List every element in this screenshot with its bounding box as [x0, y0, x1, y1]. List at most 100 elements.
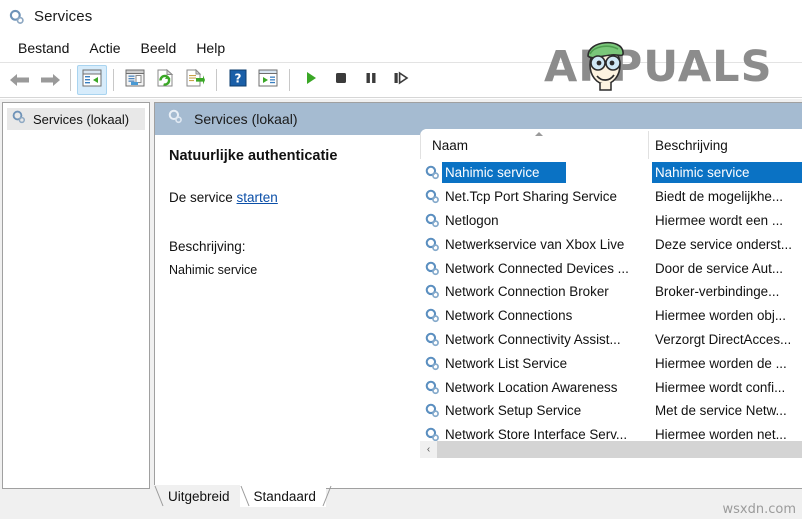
- tab-label: Standaard: [253, 488, 316, 504]
- tab-right-edge: [322, 485, 332, 507]
- start-service-icon: [303, 70, 319, 91]
- content-area: Services (lokaal) Services (lokaal) Natu…: [0, 99, 802, 519]
- toolbar: ?: [0, 62, 802, 98]
- services-pane: Services (lokaal) Natuurlijke authentica…: [154, 102, 802, 489]
- row-description: Hiermee wordt confi...: [655, 379, 786, 395]
- pause-service-icon: [363, 70, 379, 91]
- tab-left-edge: [240, 485, 250, 507]
- row-description: Met de service Netw...: [655, 403, 787, 419]
- restart-service-button[interactable]: [386, 65, 416, 95]
- horizontal-scrollbar[interactable]: ‹: [420, 441, 802, 458]
- column-separator-middle[interactable]: [648, 131, 649, 159]
- menu-bestand[interactable]: Bestand: [8, 38, 79, 58]
- scroll-left-arrow-icon[interactable]: ‹: [420, 441, 437, 458]
- refresh-icon: [155, 68, 175, 92]
- row-description: Deze service onderst...: [655, 236, 792, 252]
- tree-item-label: Services (lokaal): [33, 111, 130, 127]
- table-row[interactable]: Network Connected Devices ... Door de se…: [420, 256, 802, 280]
- help-button[interactable]: ?: [223, 65, 253, 95]
- row-name: Network Connection Broker: [445, 284, 609, 300]
- table-row[interactable]: Network Connectivity Assist... Verzorgt …: [420, 328, 802, 352]
- row-description: Hiermee worden de ...: [655, 355, 787, 371]
- tab-standaard[interactable]: Standaard: [239, 485, 332, 507]
- menu-actie[interactable]: Actie: [79, 38, 130, 58]
- table-row[interactable]: Netwerkservice van Xbox Live Deze servic…: [420, 232, 802, 256]
- menu-beeld[interactable]: Beeld: [131, 38, 187, 58]
- start-service-button[interactable]: [296, 65, 326, 95]
- menu-help[interactable]: Help: [186, 38, 235, 58]
- service-gear-icon: [424, 188, 441, 205]
- show-action-pane-icon: [258, 69, 278, 92]
- source-watermark: wsxdn.com: [722, 502, 797, 517]
- tab-left-edge: [154, 485, 164, 507]
- row-name: Network Location Awareness: [445, 379, 618, 395]
- tab-label: Uitgebreid: [168, 488, 230, 504]
- table-row[interactable]: Nahimic service Nahimic service: [420, 161, 802, 185]
- table-row[interactable]: Network Connection Broker Broker-verbind…: [420, 280, 802, 304]
- row-name: Nahimic service: [445, 165, 540, 181]
- properties-button[interactable]: [120, 65, 150, 95]
- view-tabs: Uitgebreid Standaard: [154, 485, 332, 507]
- row-name: Netwerkservice van Xbox Live: [445, 236, 625, 252]
- refresh-button[interactable]: [150, 65, 180, 95]
- row-name: Netlogon: [445, 212, 499, 228]
- row-description: Door de service Aut...: [655, 260, 784, 276]
- table-row[interactable]: Network Location Awareness Hiermee wordt…: [420, 375, 802, 399]
- detail-service-title: Natuurlijke authenticatie: [169, 148, 338, 164]
- service-gear-icon: [424, 212, 441, 229]
- scroll-thumb[interactable]: [437, 441, 802, 458]
- column-header-naam[interactable]: Naam: [432, 138, 468, 153]
- row-name: Network Setup Service: [445, 403, 582, 419]
- pause-service-button[interactable]: [356, 65, 386, 95]
- toolbar-separator-1: [70, 69, 71, 91]
- sort-ascending-icon: [535, 132, 543, 136]
- row-name: Net.Tcp Port Sharing Service: [445, 189, 617, 205]
- menu-bar: Bestand Actie Beeld Help: [0, 33, 802, 62]
- row-description: Nahimic service: [655, 165, 750, 181]
- column-header-beschrijving[interactable]: Beschrijving: [655, 138, 728, 153]
- row-description: Hiermee worden net...: [655, 427, 787, 443]
- row-description: Biedt de mogelijkhe...: [655, 189, 784, 205]
- table-row[interactable]: Net.Tcp Port Sharing Service Biedt de mo…: [420, 185, 802, 209]
- table-row[interactable]: Netlogon Hiermee wordt een ...: [420, 209, 802, 233]
- row-description: Hiermee wordt een ...: [655, 212, 784, 228]
- detail-description-heading: Beschrijving:: [169, 239, 246, 254]
- service-gear-icon: [424, 331, 441, 348]
- show-action-pane-button[interactable]: [253, 65, 283, 95]
- detail-action-prefix: De service: [169, 190, 237, 205]
- export-list-button[interactable]: [180, 65, 210, 95]
- forward-button[interactable]: [34, 65, 64, 95]
- column-separator-left: [420, 131, 421, 159]
- row-name: Network Connectivity Assist...: [445, 331, 621, 347]
- show-hide-console-tree-button[interactable]: [77, 65, 107, 95]
- service-detail-panel: Natuurlijke authenticatie De service sta…: [155, 135, 420, 488]
- export-list-icon: [185, 68, 205, 92]
- stop-service-icon: [333, 70, 349, 91]
- start-service-link[interactable]: starten: [237, 190, 278, 205]
- table-row[interactable]: Network Setup Service Met de service Net…: [420, 399, 802, 423]
- tree-item-services-lokaal[interactable]: Services (lokaal): [7, 108, 145, 130]
- tab-uitgebreid[interactable]: Uitgebreid: [154, 485, 240, 507]
- back-arrow-icon: [9, 72, 29, 88]
- service-gear-icon: [424, 260, 441, 277]
- detail-description-body: Nahimic service: [169, 263, 258, 277]
- back-button[interactable]: [4, 65, 34, 95]
- status-bar: [0, 507, 802, 519]
- restart-service-icon: [392, 70, 410, 91]
- list-column-headers: Naam Beschrijving: [420, 129, 802, 161]
- window-title: Services: [34, 8, 93, 25]
- row-name: Network Store Interface Serv...: [445, 427, 628, 443]
- stop-service-button[interactable]: [326, 65, 356, 95]
- detail-action-line: De service starten: [169, 190, 406, 205]
- table-row[interactable]: Network List Service Hiermee worden de .…: [420, 351, 802, 375]
- table-row[interactable]: Network Connections Hiermee worden obj..…: [420, 304, 802, 328]
- service-gear-icon: [424, 307, 441, 324]
- toolbar-separator-3: [216, 69, 217, 91]
- services-gear-icon: [8, 8, 26, 26]
- pane-header-label: Services (lokaal): [194, 111, 298, 127]
- toolbar-separator-2: [113, 69, 114, 91]
- toolbar-separator-4: [289, 69, 290, 91]
- services-gear-icon: [167, 108, 184, 130]
- title-bar: Services: [0, 0, 802, 33]
- services-window: Services Bestand Actie Beeld Help ? APPU…: [0, 0, 802, 519]
